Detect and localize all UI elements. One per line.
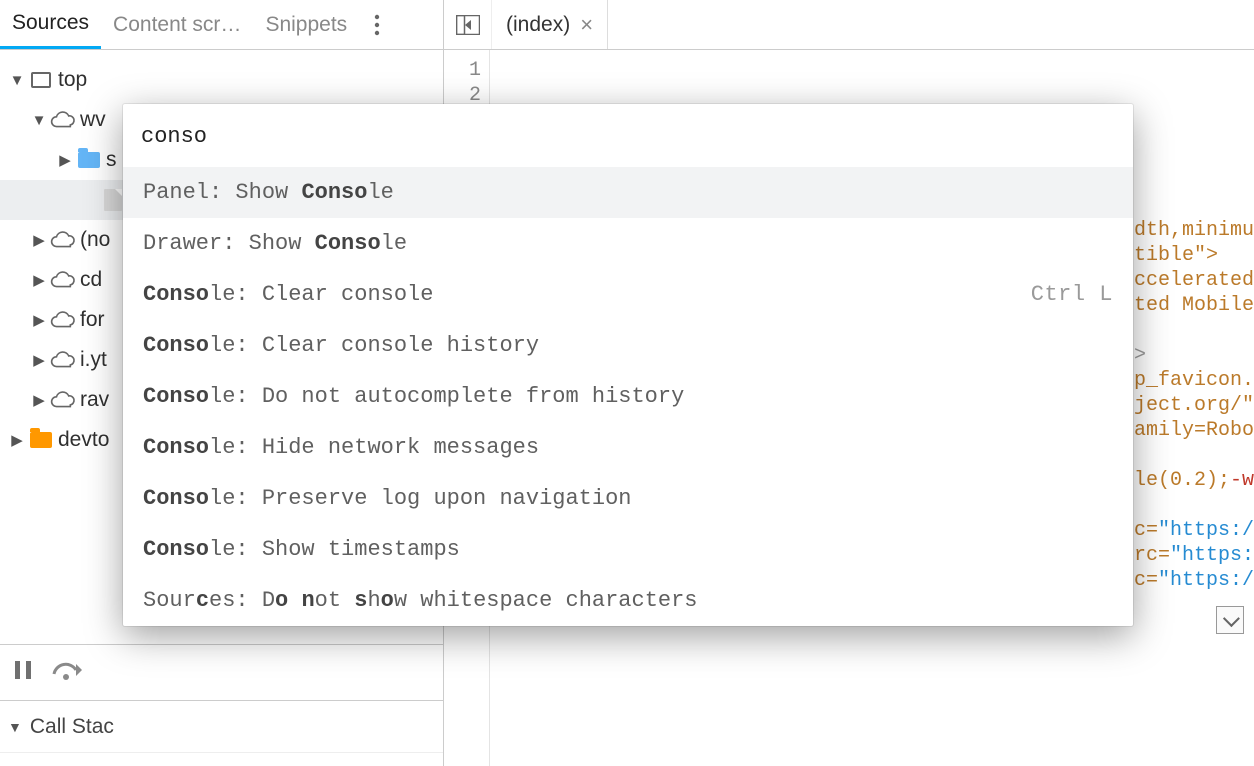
cloud-icon — [48, 271, 78, 289]
call-stack-label: Call Stac — [30, 715, 114, 739]
command-menu-item-label: Sources: Do not show whitespace characte… — [143, 588, 698, 613]
editor-tab-label: (index) — [506, 13, 570, 37]
command-menu-item-label: Console: Do not autocomplete from histor… — [143, 384, 684, 409]
command-menu: conso Panel: Show Console Drawer: Show Co… — [123, 104, 1133, 626]
disclosure-triangle-icon[interactable]: ▶ — [30, 271, 48, 289]
pause-icon[interactable] — [14, 660, 32, 686]
cloud-icon — [48, 111, 78, 129]
command-menu-item-label: Console: Clear console history — [143, 333, 539, 358]
disclosure-triangle-icon[interactable]: ▶ — [30, 231, 48, 249]
navigator-tabstrip: Sources Content scr… Snippets — [0, 0, 443, 50]
editor-tabstrip: (index) × — [444, 0, 1254, 50]
disclosure-triangle-icon[interactable]: ▶ — [30, 351, 48, 369]
command-menu-item[interactable]: Console: Do not autocomplete from histor… — [123, 371, 1133, 422]
command-menu-item[interactable]: Console: Preserve log upon navigation — [123, 473, 1133, 524]
line-number: 1 — [444, 58, 481, 83]
command-menu-item-label: Console: Clear console — [143, 282, 433, 307]
tree-item-label: devto — [58, 428, 109, 452]
tab-sources[interactable]: Sources — [0, 0, 101, 49]
tree-item-label: wv — [80, 108, 106, 132]
tree-item-label: for — [80, 308, 105, 332]
go-to-line-icon[interactable] — [1216, 606, 1244, 634]
command-menu-item-label: Drawer: Show Console — [143, 231, 407, 256]
command-menu-input[interactable]: conso — [123, 104, 1133, 167]
command-menu-item-label: Console: Show timestamps — [143, 537, 460, 562]
editor-tab-index[interactable]: (index) × — [492, 0, 608, 49]
call-stack-header[interactable]: ▼ Call Stac — [0, 700, 443, 752]
toggle-navigator-icon[interactable] — [444, 0, 492, 49]
tree-item-label: s — [106, 148, 117, 172]
command-menu-item-label: Console: Hide network messages — [143, 435, 539, 460]
disclosure-triangle-icon[interactable]: ▼ — [8, 72, 26, 89]
frame-icon — [26, 72, 56, 88]
tree-item[interactable]: ▼ top — [0, 60, 443, 100]
step-over-icon[interactable] — [52, 660, 82, 686]
command-menu-shortcut: Ctrl L — [1031, 282, 1113, 307]
close-tab-icon[interactable]: × — [580, 12, 593, 38]
tree-item-label: rav — [80, 388, 109, 412]
tree-item-label: i.yt — [80, 348, 107, 372]
command-menu-item[interactable]: Console: Clear console Ctrl L — [123, 269, 1133, 320]
disclosure-triangle-icon[interactable]: ▶ — [30, 391, 48, 409]
command-menu-item[interactable]: Sources: Do not show whitespace characte… — [123, 575, 1133, 626]
disclosure-triangle-icon[interactable]: ▶ — [30, 311, 48, 329]
folder-blue-icon — [74, 152, 104, 168]
tab-content-scripts[interactable]: Content scr… — [101, 0, 253, 49]
tree-item-label: (no — [80, 228, 110, 252]
command-menu-item-label: Console: Preserve log upon navigation — [143, 486, 631, 511]
tabstrip-overflow-icon[interactable] — [359, 0, 395, 49]
cloud-icon — [48, 311, 78, 329]
cloud-icon — [48, 231, 78, 249]
command-menu-list: Panel: Show Console Drawer: Show Console C… — [123, 167, 1133, 626]
cloud-icon — [48, 351, 78, 369]
tab-snippets[interactable]: Snippets — [253, 0, 359, 49]
command-menu-item[interactable]: Console: Hide network messages — [123, 422, 1133, 473]
chevron-down-icon: ▼ — [8, 719, 22, 735]
sidebar-spacer — [0, 752, 443, 766]
command-menu-item[interactable]: Panel: Show Console — [123, 167, 1133, 218]
disclosure-triangle-icon[interactable]: ▶ — [8, 431, 26, 449]
tree-item-label: cd — [80, 268, 102, 292]
folder-orange-icon — [26, 432, 56, 448]
disclosure-triangle-icon[interactable]: ▼ — [30, 112, 48, 129]
command-menu-item[interactable]: Drawer: Show Console — [123, 218, 1133, 269]
code-overflow-right: dth,minimutible">cceleratedted Mobile >p… — [1134, 218, 1254, 593]
tree-item-label: top — [58, 68, 87, 92]
command-menu-item[interactable]: Console: Show timestamps — [123, 524, 1133, 575]
cloud-icon — [48, 391, 78, 409]
debugger-toolbar — [0, 644, 443, 700]
command-menu-item[interactable]: Console: Clear console history — [123, 320, 1133, 371]
command-menu-item-label: Panel: Show Console — [143, 180, 394, 205]
disclosure-triangle-icon[interactable]: ▶ — [56, 151, 74, 169]
